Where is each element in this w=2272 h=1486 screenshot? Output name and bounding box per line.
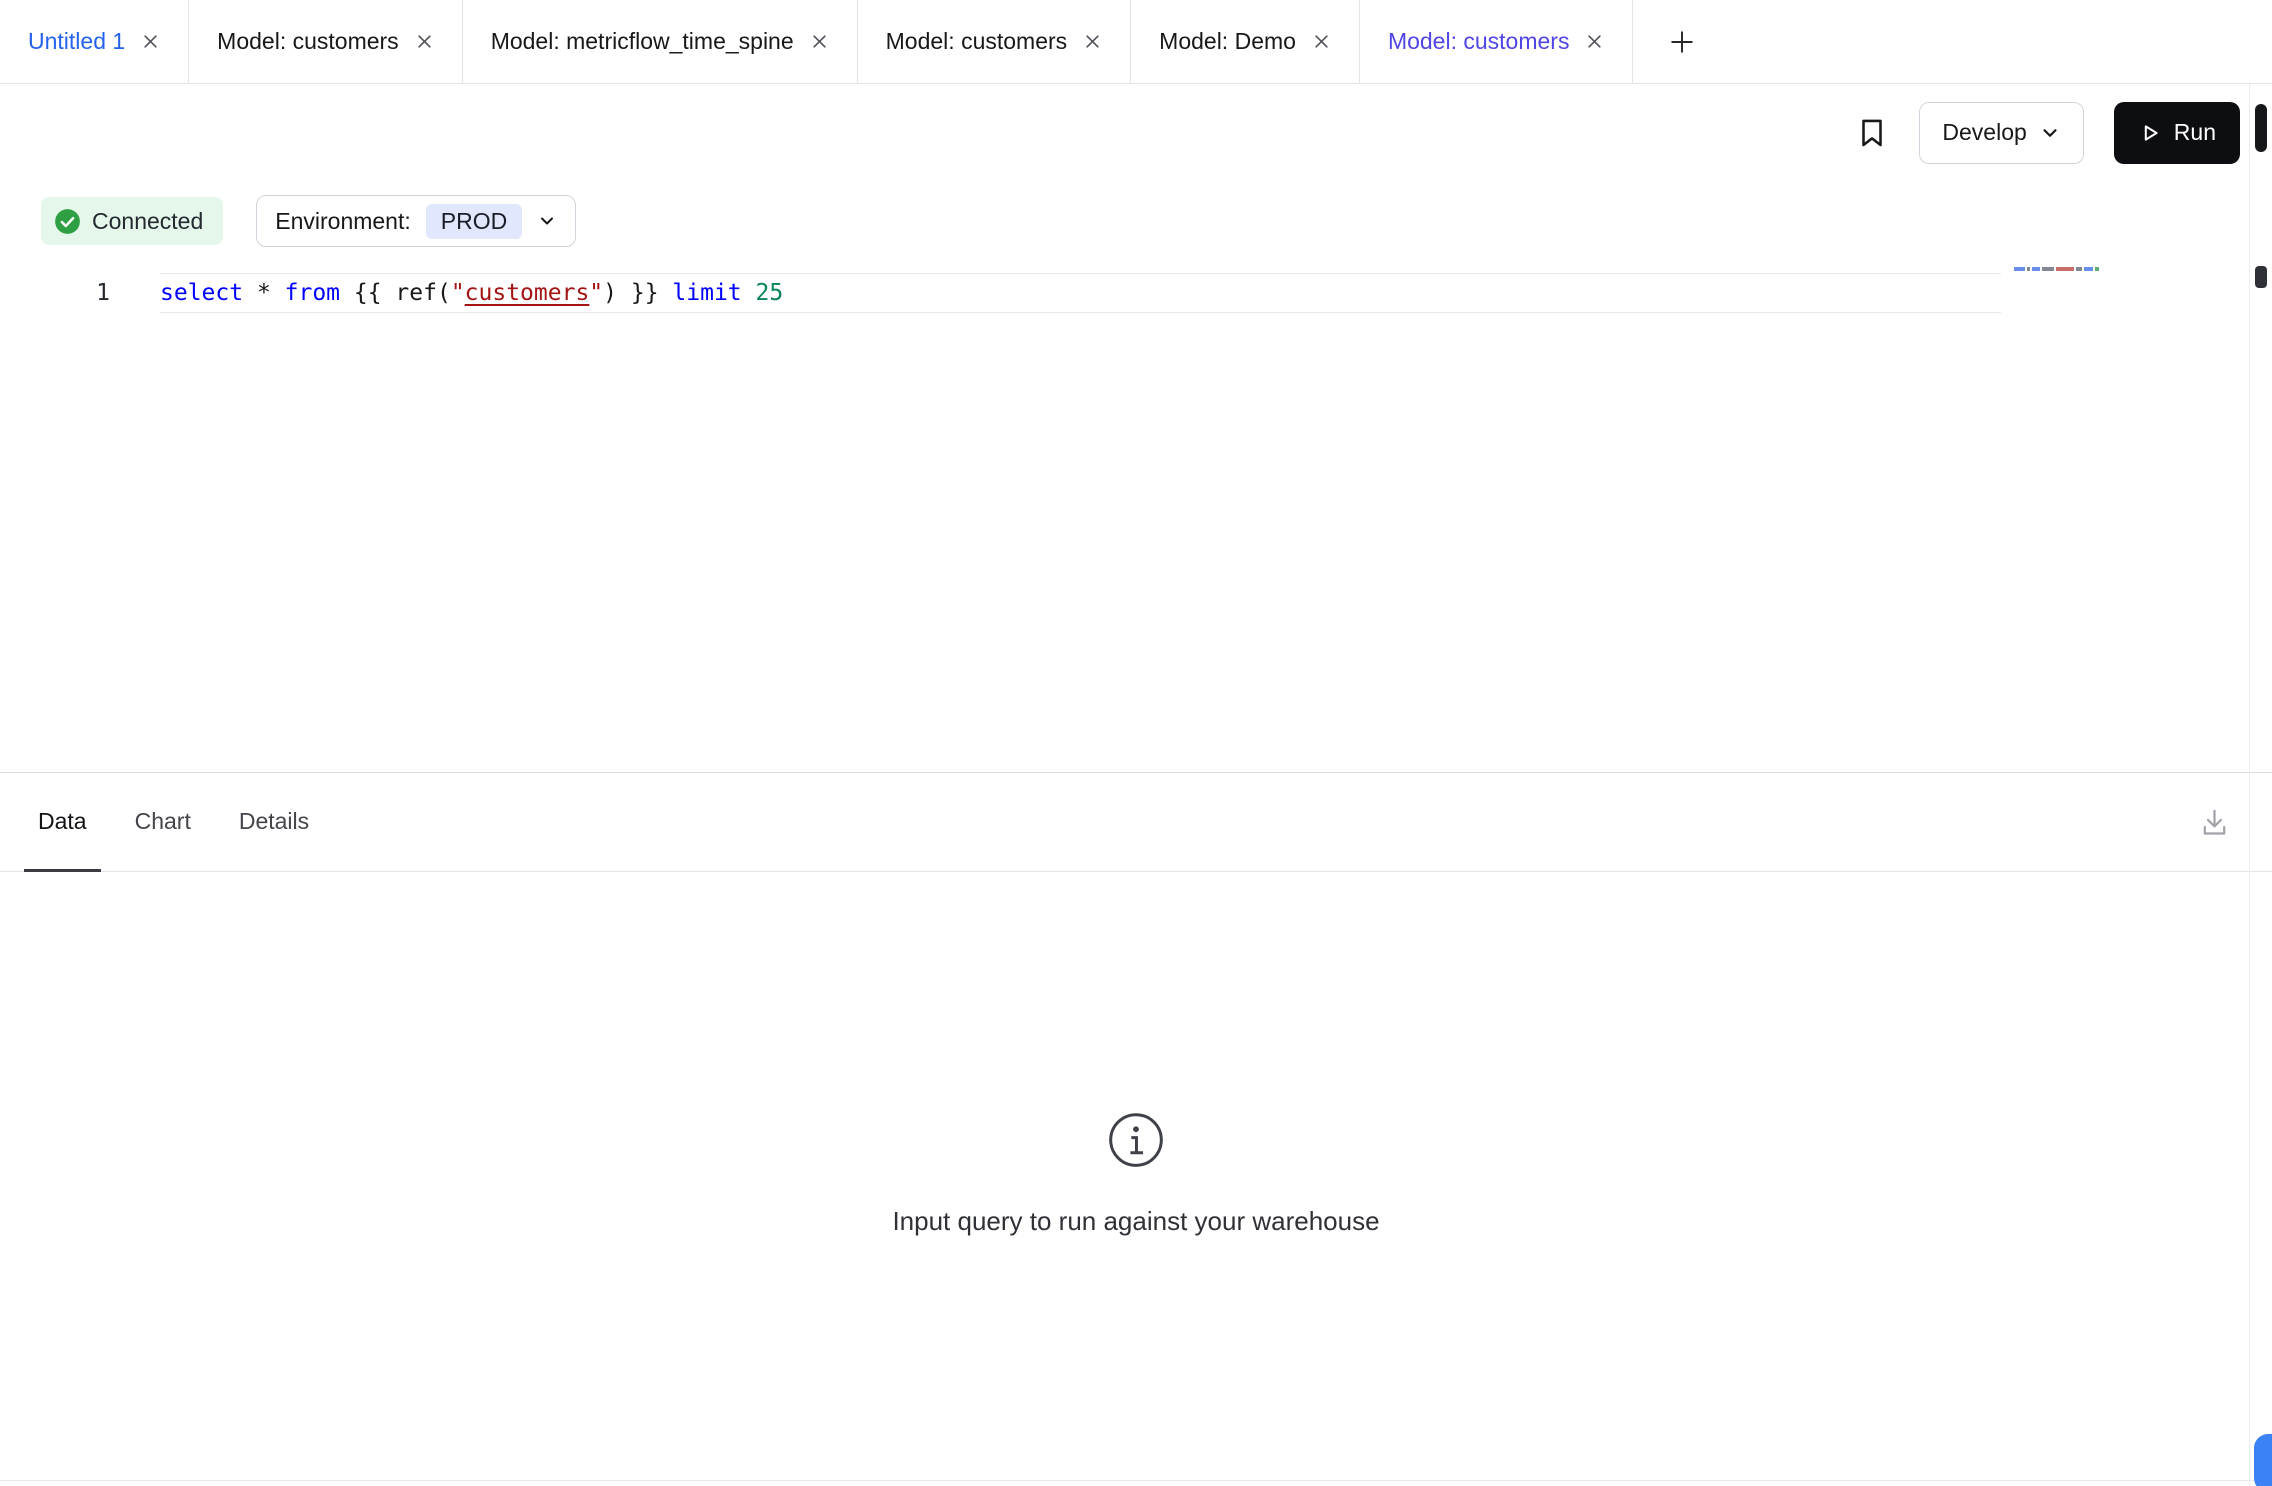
bookmark-icon bbox=[1855, 116, 1889, 150]
minimap-segment bbox=[2084, 267, 2093, 271]
close-icon[interactable] bbox=[141, 32, 160, 51]
environment-label: Environment: bbox=[275, 208, 411, 235]
play-icon bbox=[2138, 121, 2162, 145]
minimap-segment bbox=[2042, 267, 2054, 271]
code-token: {{ ref( bbox=[340, 280, 451, 306]
code-token: 25 bbox=[756, 280, 784, 306]
close-icon[interactable] bbox=[1312, 32, 1331, 51]
tab-model-metricflow-time-spine[interactable]: Model: metricflow_time_spine bbox=[463, 0, 858, 83]
run-button[interactable]: Run bbox=[2114, 102, 2240, 164]
tab-label: Model: metricflow_time_spine bbox=[491, 28, 794, 55]
new-tab-button[interactable] bbox=[1659, 0, 1705, 83]
results-panel: Data Chart Details Input query to run ag… bbox=[0, 772, 2272, 1486]
code-editor[interactable]: 1 select * from {{ ref("customers") }} l… bbox=[0, 261, 2272, 772]
results-tab-chart[interactable]: Chart bbox=[121, 773, 205, 872]
ide-window: Untitled 1 Model: customers Model: metri… bbox=[0, 0, 2272, 1486]
download-button[interactable] bbox=[2199, 807, 2230, 838]
minimap-segment bbox=[2056, 267, 2074, 271]
code-token: " bbox=[451, 280, 465, 306]
code-token: ) }} bbox=[603, 280, 672, 306]
page-scrollbar-handle[interactable] bbox=[2255, 104, 2267, 152]
tab-untitled-1[interactable]: Untitled 1 bbox=[0, 0, 189, 83]
close-icon[interactable] bbox=[415, 32, 434, 51]
code-line[interactable]: select * from {{ ref("customers") }} lim… bbox=[160, 273, 2001, 313]
connection-status-label: Connected bbox=[92, 208, 203, 235]
tab-model-demo[interactable]: Model: Demo bbox=[1131, 0, 1360, 83]
editor-minimap bbox=[2014, 267, 2099, 271]
code-token: " bbox=[589, 280, 603, 306]
status-bar: Connected Environment: PROD bbox=[0, 181, 2272, 261]
code-token: limit bbox=[672, 280, 741, 306]
minimap-segment bbox=[2027, 267, 2030, 271]
help-button[interactable] bbox=[2254, 1434, 2272, 1486]
line-number: 1 bbox=[0, 274, 110, 312]
develop-label: Develop bbox=[1942, 119, 2026, 146]
environment-selector[interactable]: Environment: PROD bbox=[256, 195, 576, 247]
minimap-segment bbox=[2076, 267, 2082, 271]
tab-model-customers[interactable]: Model: customers bbox=[858, 0, 1132, 83]
right-gutter-divider bbox=[2249, 84, 2250, 1486]
toolbar: Develop Run bbox=[0, 84, 2272, 181]
results-tab-details[interactable]: Details bbox=[225, 773, 323, 872]
check-circle-icon bbox=[54, 208, 81, 235]
run-label: Run bbox=[2174, 119, 2216, 146]
tab-model-customers[interactable]: Model: customers bbox=[189, 0, 463, 83]
connection-status-badge: Connected bbox=[41, 197, 223, 245]
close-icon[interactable] bbox=[1585, 32, 1604, 51]
tab-label: Model: customers bbox=[886, 28, 1068, 55]
close-icon[interactable] bbox=[810, 32, 829, 51]
results-empty-state: Input query to run against your warehous… bbox=[0, 872, 2272, 1237]
code-token: * bbox=[243, 280, 285, 306]
editor-scrollbar-handle[interactable] bbox=[2255, 266, 2267, 288]
results-tabs: Data Chart Details bbox=[0, 773, 2272, 872]
develop-button[interactable]: Develop bbox=[1919, 102, 2083, 164]
tab-bar: Untitled 1 Model: customers Model: metri… bbox=[0, 0, 2272, 84]
code-token: from bbox=[285, 280, 340, 306]
minimap-segment bbox=[2095, 267, 2099, 271]
results-tab-data[interactable]: Data bbox=[24, 773, 101, 872]
chevron-down-icon bbox=[537, 211, 557, 231]
empty-state-message: Input query to run against your warehous… bbox=[892, 1206, 1379, 1237]
tab-model-customers-active[interactable]: Model: customers bbox=[1360, 0, 1634, 83]
download-icon bbox=[2199, 807, 2230, 838]
minimap-segment bbox=[2014, 267, 2025, 271]
code-token: select bbox=[160, 280, 243, 306]
environment-badge: PROD bbox=[426, 204, 522, 239]
bookmark-button[interactable] bbox=[1855, 116, 1889, 150]
minimap-segment bbox=[2032, 267, 2040, 271]
tab-label: Model: Demo bbox=[1159, 28, 1296, 55]
close-icon[interactable] bbox=[1083, 32, 1102, 51]
code-token bbox=[742, 280, 756, 306]
chevron-down-icon bbox=[2039, 122, 2061, 144]
tab-label: Model: customers bbox=[217, 28, 399, 55]
ref-customers-link[interactable]: customers bbox=[465, 280, 590, 306]
plus-icon bbox=[1669, 29, 1695, 55]
info-icon bbox=[1106, 1110, 1166, 1170]
tab-label: Model: customers bbox=[1388, 28, 1570, 55]
bottom-divider bbox=[0, 1480, 2272, 1481]
tab-label: Untitled 1 bbox=[28, 28, 125, 55]
